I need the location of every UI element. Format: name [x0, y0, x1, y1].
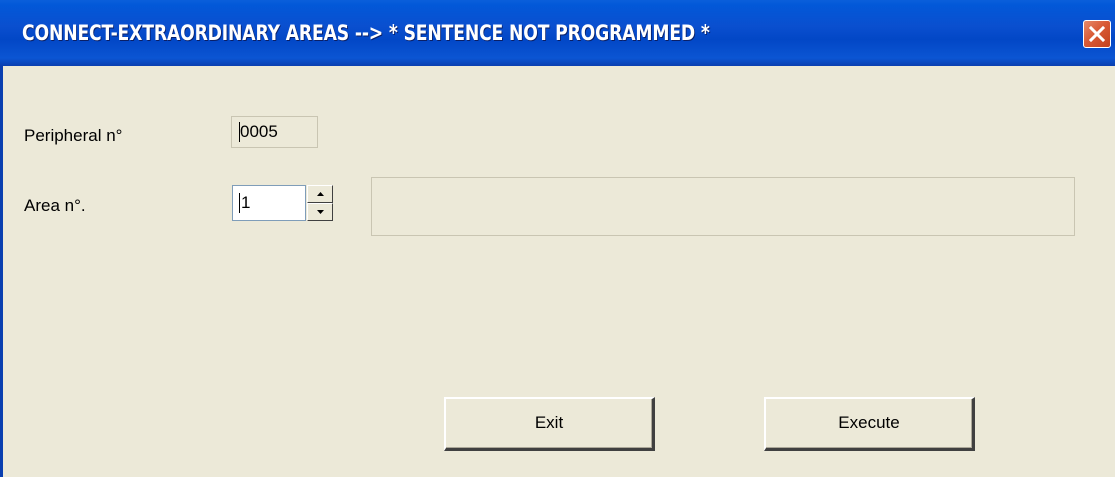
dialog-window: CONNECT-EXTRAORDINARY AREAS --> * SENTEN… — [0, 0, 1115, 477]
area-input[interactable]: 1 — [232, 185, 306, 221]
area-description-field — [371, 177, 1075, 236]
peripheral-label: Peripheral n° — [24, 126, 123, 145]
exit-button[interactable]: Exit — [444, 397, 655, 451]
spin-up-button[interactable] — [307, 185, 333, 203]
execute-button[interactable]: Execute — [764, 397, 975, 451]
area-value: 1 — [241, 193, 251, 212]
close-button[interactable] — [1083, 20, 1111, 48]
peripheral-value: 0005 — [240, 122, 278, 141]
text-caret — [239, 193, 240, 213]
window-frame-left — [0, 66, 3, 477]
area-stepper — [307, 185, 333, 221]
window-title: CONNECT-EXTRAORDINARY AREAS --> * SENTEN… — [22, 21, 710, 45]
peripheral-field: 0005 — [231, 116, 318, 148]
area-label: Area n°. — [24, 196, 86, 215]
title-bar[interactable]: CONNECT-EXTRAORDINARY AREAS --> * SENTEN… — [0, 0, 1115, 66]
spin-down-button[interactable] — [307, 203, 333, 221]
